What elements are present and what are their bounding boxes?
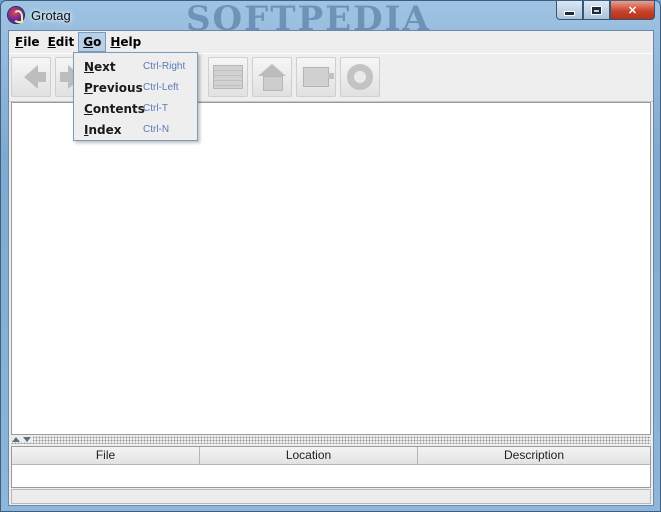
- contents-icon: [213, 65, 243, 89]
- menu-edit-mnemonic: E: [47, 35, 56, 49]
- menu-item-previous[interactable]: Previous Ctrl-Left: [74, 77, 197, 98]
- menu-item-index-shortcut: Ctrl-N: [143, 124, 170, 135]
- app-icon[interactable]: [8, 7, 24, 23]
- home-icon: [258, 64, 286, 91]
- results-table: File Location Description: [11, 446, 651, 488]
- home-icon-roof: [258, 64, 286, 76]
- minimize-button[interactable]: [556, 1, 583, 20]
- menu-item-previous-text: revious: [92, 80, 143, 95]
- menu-edit-label: dit: [55, 35, 75, 49]
- menu-go-label: o: [93, 35, 102, 49]
- splitter-handle[interactable]: [11, 436, 651, 444]
- menu-file-label: ile: [23, 35, 40, 49]
- menu-help[interactable]: Help: [106, 32, 145, 52]
- menu-item-previous-mnemonic: P: [84, 80, 93, 95]
- go-menu-dropdown: Next Ctrl-Right Previous Ctrl-Left Conte…: [73, 52, 198, 141]
- back-button[interactable]: [11, 57, 51, 97]
- menu-item-next[interactable]: Next Ctrl-Right: [74, 56, 197, 77]
- index-button[interactable]: [296, 57, 336, 97]
- column-header-file[interactable]: File: [12, 447, 200, 464]
- menu-item-next-shortcut: Ctrl-Right: [143, 61, 186, 72]
- menu-item-contents-mnemonic: C: [84, 101, 93, 116]
- menu-bar: File Edit Go Help: [9, 31, 655, 53]
- app-window: Grotag SOFTPEDIA ✕ File Edit Go Help Fil…: [0, 0, 661, 512]
- title-bar[interactable]: Grotag SOFTPEDIA ✕: [1, 0, 660, 39]
- collapse-down-icon[interactable]: [23, 437, 31, 442]
- help-icon: [347, 64, 373, 90]
- menu-go[interactable]: Go: [78, 32, 107, 52]
- close-button[interactable]: ✕: [610, 1, 655, 20]
- minimize-icon: [565, 11, 574, 15]
- menu-help-mnemonic: H: [110, 35, 121, 49]
- menu-help-label: elp: [120, 35, 142, 49]
- menu-item-previous-label: Previous: [84, 81, 143, 95]
- close-icon: ✕: [627, 4, 638, 17]
- help-button[interactable]: [340, 57, 380, 97]
- menu-item-next-mnemonic: N: [84, 59, 95, 74]
- maximize-button[interactable]: [583, 1, 610, 20]
- menu-item-index-label: Index: [84, 123, 143, 137]
- back-icon: [24, 65, 46, 89]
- menu-go-mnemonic: G: [83, 35, 94, 49]
- menu-item-next-text: ext: [94, 59, 116, 74]
- home-button[interactable]: [252, 57, 292, 97]
- caption-buttons: ✕: [556, 1, 655, 20]
- window-title: Grotag: [31, 8, 71, 23]
- column-header-description[interactable]: Description: [418, 447, 650, 464]
- expand-up-icon[interactable]: [12, 437, 20, 442]
- menu-file[interactable]: File: [11, 32, 44, 52]
- menu-item-previous-shortcut: Ctrl-Left: [143, 82, 179, 93]
- splitter-arrows: [12, 436, 33, 442]
- maximize-icon: [592, 6, 601, 14]
- menu-item-next-label: Next: [84, 60, 143, 74]
- contents-button[interactable]: [208, 57, 248, 97]
- menu-file-mnemonic: F: [15, 35, 24, 49]
- menu-edit[interactable]: Edit: [44, 32, 79, 52]
- table-header: File Location Description: [12, 447, 650, 465]
- menu-item-index-text: ndex: [88, 122, 122, 137]
- menu-item-index[interactable]: Index Ctrl-N: [74, 119, 197, 140]
- menu-item-contents-text: ontents: [92, 101, 145, 116]
- index-icon: [303, 67, 334, 87]
- document-view[interactable]: [11, 102, 651, 435]
- menu-item-contents-shortcut: Ctrl-T: [143, 103, 168, 114]
- status-bar: [11, 489, 651, 504]
- menu-item-contents-label: Contents: [84, 101, 145, 116]
- column-header-location[interactable]: Location: [200, 447, 418, 464]
- home-icon-body: [263, 76, 283, 91]
- menu-item-contents[interactable]: Contents Ctrl-T: [74, 98, 197, 119]
